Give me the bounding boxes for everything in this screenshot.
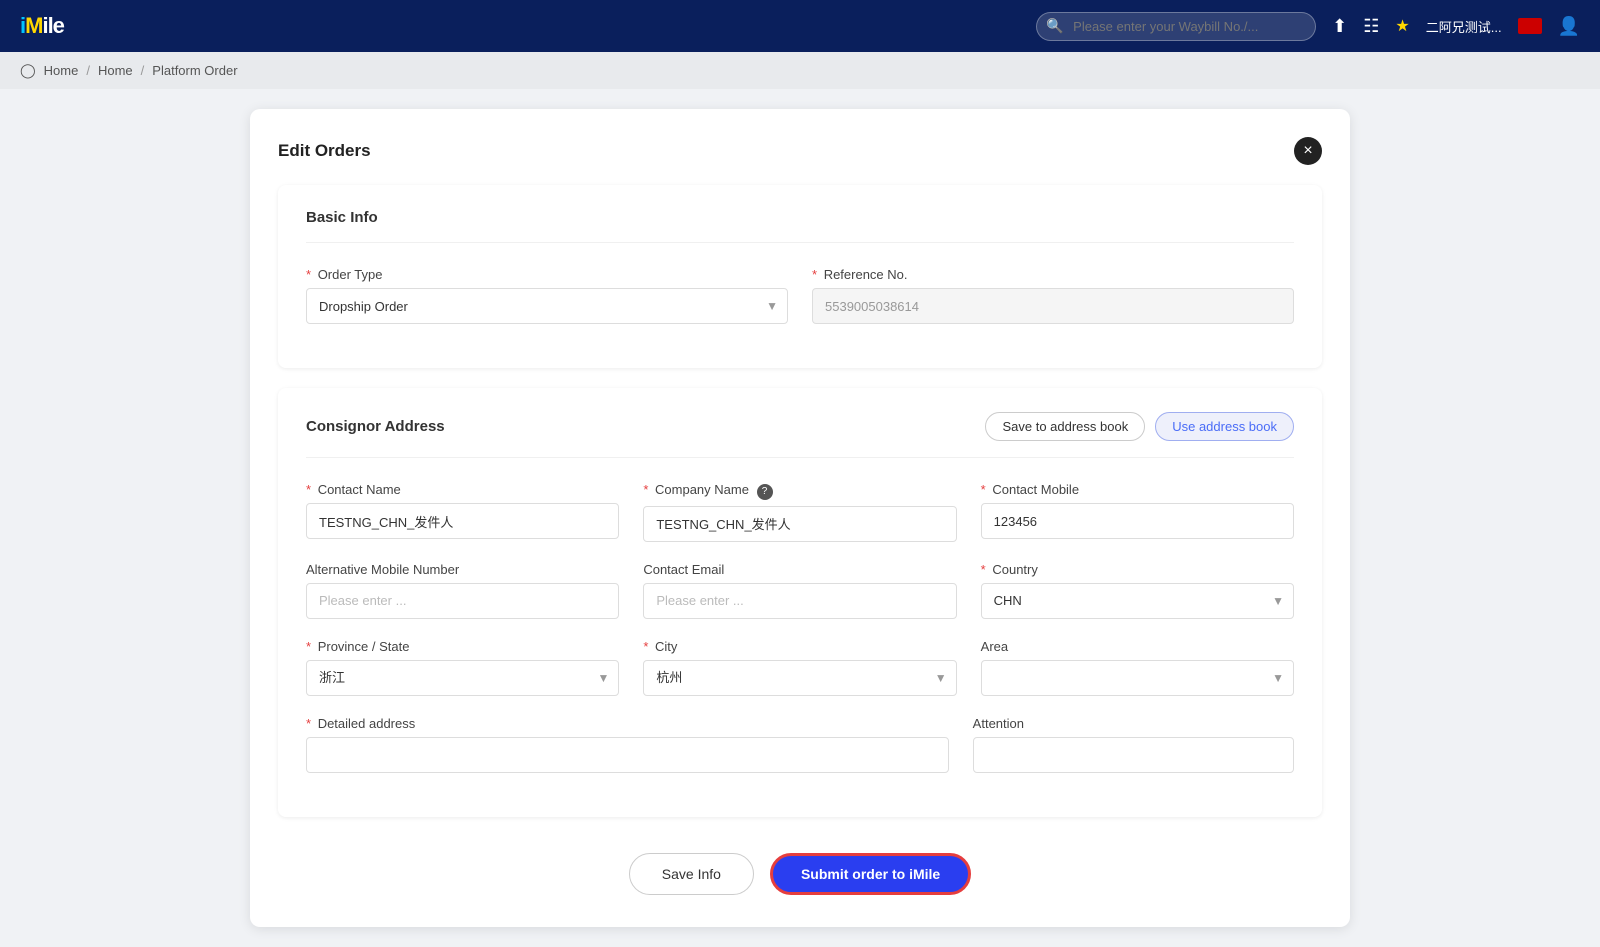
- modal-header: Edit Orders ×: [278, 133, 1322, 165]
- country-select[interactable]: CHN USA GBR: [981, 583, 1294, 619]
- order-type-select-wrapper: Dropship Order Standard Order ▼: [306, 288, 788, 324]
- submit-order-button[interactable]: Submit order to iMile: [770, 853, 971, 895]
- save-address-book-button[interactable]: Save to address book: [985, 412, 1145, 441]
- user-avatar-icon[interactable]: 👤: [1558, 16, 1580, 37]
- address-book-actions: Save to address book Use address book: [985, 412, 1294, 441]
- breadcrumb-separator: /: [86, 63, 90, 78]
- reference-no-group: * Reference No.: [812, 267, 1294, 324]
- basic-info-title: Basic Info: [306, 209, 1294, 243]
- company-name-group: * Company Name ?: [643, 482, 956, 542]
- contact-email-label: Contact Email: [643, 562, 956, 577]
- search-input[interactable]: [1036, 12, 1316, 41]
- country-group: * Country CHN USA GBR ▼: [981, 562, 1294, 619]
- consignor-row-3: * Province / State 浙江 ▼ * City: [306, 639, 1294, 696]
- order-type-select[interactable]: Dropship Order Standard Order: [306, 288, 788, 324]
- consignor-address-card: Consignor Address Save to address book U…: [278, 388, 1322, 817]
- top-navigation: iMile 🔍 ⬆ ☷ ★ 二阿兄测试... 👤: [0, 0, 1600, 52]
- contact-name-label: * Contact Name: [306, 482, 619, 497]
- company-name-input[interactable]: [643, 506, 956, 542]
- basic-info-card: Basic Info * Order Type Dropship Order S…: [278, 185, 1322, 368]
- country-select-wrapper: CHN USA GBR ▼: [981, 583, 1294, 619]
- home-icon: ◯: [20, 62, 36, 79]
- area-select-wrapper: ▼: [981, 660, 1294, 696]
- save-info-button[interactable]: Save Info: [629, 853, 754, 895]
- star-icon[interactable]: ★: [1395, 16, 1409, 36]
- close-button[interactable]: ×: [1294, 137, 1322, 165]
- breadcrumb-current: Platform Order: [152, 63, 237, 78]
- basic-info-row: * Order Type Dropship Order Standard Ord…: [306, 267, 1294, 324]
- contact-name-group: * Contact Name: [306, 482, 619, 542]
- consignor-title: Consignor Address: [306, 418, 445, 435]
- province-label: * Province / State: [306, 639, 619, 654]
- flag-icon: [1518, 18, 1542, 34]
- order-type-label: * Order Type: [306, 267, 788, 282]
- alt-mobile-input[interactable]: [306, 583, 619, 619]
- grid-icon[interactable]: ☷: [1363, 16, 1379, 37]
- city-select[interactable]: 杭州: [643, 660, 956, 696]
- attention-input[interactable]: [973, 737, 1294, 773]
- breadcrumb-separator2: /: [141, 63, 145, 78]
- contact-mobile-group: * Contact Mobile: [981, 482, 1294, 542]
- contact-mobile-label: * Contact Mobile: [981, 482, 1294, 497]
- search-wrapper: 🔍: [1036, 12, 1316, 41]
- modal-title: Edit Orders: [278, 141, 371, 161]
- country-label: * Country: [981, 562, 1294, 577]
- company-name-help-icon[interactable]: ?: [757, 484, 773, 500]
- city-label: * City: [643, 639, 956, 654]
- breadcrumb-home-link: Home: [98, 63, 133, 78]
- attention-group: Attention: [973, 716, 1294, 773]
- order-type-group: * Order Type Dropship Order Standard Ord…: [306, 267, 788, 324]
- province-group: * Province / State 浙江 ▼: [306, 639, 619, 696]
- attention-label: Attention: [973, 716, 1294, 731]
- consignor-row-1: * Contact Name * Company Name ? *: [306, 482, 1294, 542]
- reference-no-input[interactable]: [812, 288, 1294, 324]
- province-select-wrapper: 浙江 ▼: [306, 660, 619, 696]
- detailed-address-input[interactable]: [306, 737, 949, 773]
- breadcrumb: ◯ Home / Home / Platform Order: [0, 52, 1600, 89]
- consignor-row-4: * Detailed address Attention: [306, 716, 1294, 773]
- alt-mobile-group: Alternative Mobile Number: [306, 562, 619, 619]
- nav-right: 🔍 ⬆ ☷ ★ 二阿兄测试... 👤: [1036, 12, 1580, 41]
- alt-mobile-label: Alternative Mobile Number: [306, 562, 619, 577]
- reference-no-label: * Reference No.: [812, 267, 1294, 282]
- contact-name-input[interactable]: [306, 503, 619, 539]
- province-select[interactable]: 浙江: [306, 660, 619, 696]
- edit-orders-modal: Edit Orders × Basic Info * Order Type Dr…: [250, 109, 1350, 927]
- area-group: Area ▼: [981, 639, 1294, 696]
- app-logo: iMile: [20, 13, 64, 39]
- page-outer: Edit Orders × Basic Info * Order Type Dr…: [0, 89, 1600, 947]
- detailed-address-label: * Detailed address: [306, 716, 949, 731]
- contact-email-group: Contact Email: [643, 562, 956, 619]
- city-group: * City 杭州 ▼: [643, 639, 956, 696]
- contact-mobile-input[interactable]: [981, 503, 1294, 539]
- area-select[interactable]: [981, 660, 1294, 696]
- breadcrumb-home[interactable]: Home: [44, 63, 79, 78]
- company-name-label: * Company Name ?: [643, 482, 956, 500]
- use-address-book-button[interactable]: Use address book: [1155, 412, 1294, 441]
- consignor-row-2: Alternative Mobile Number Contact Email …: [306, 562, 1294, 619]
- detailed-address-group: * Detailed address: [306, 716, 949, 773]
- contact-email-input[interactable]: [643, 583, 956, 619]
- upload-icon[interactable]: ⬆: [1332, 16, 1347, 37]
- user-label[interactable]: 二阿兄测试...: [1426, 17, 1502, 36]
- consignor-section-header: Consignor Address Save to address book U…: [306, 412, 1294, 458]
- area-label: Area: [981, 639, 1294, 654]
- footer-actions: Save Info Submit order to iMile: [278, 837, 1322, 903]
- city-select-wrapper: 杭州 ▼: [643, 660, 956, 696]
